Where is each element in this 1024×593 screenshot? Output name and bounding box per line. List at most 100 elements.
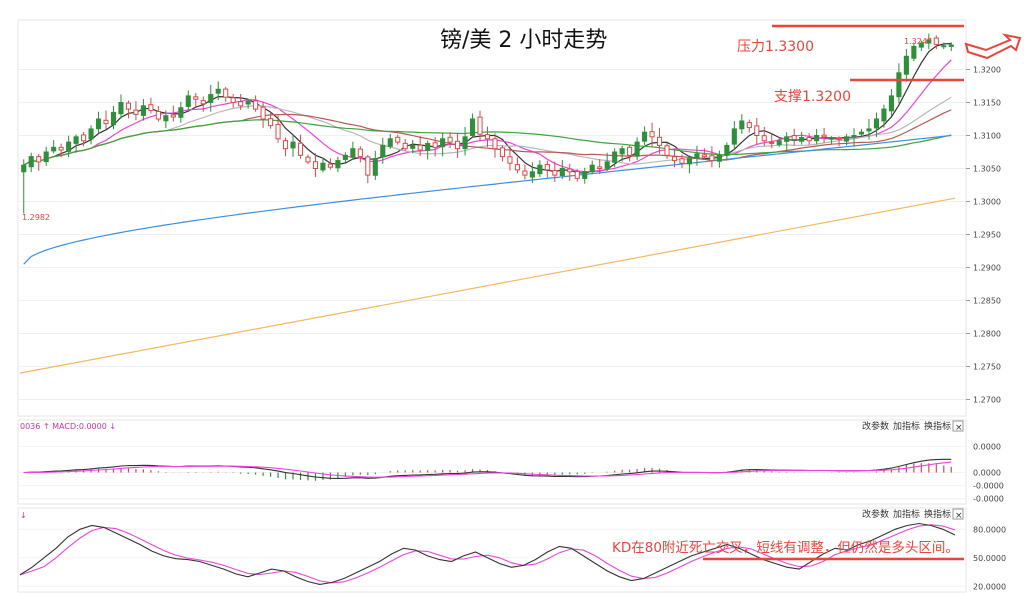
candle-body [380, 144, 386, 158]
candle-body [604, 161, 610, 169]
candle-body [155, 111, 161, 120]
candle-body [387, 138, 393, 147]
kd-comment: KD在80附近死亡交叉，短线有调整，但仍然是多头区间。 [612, 539, 959, 556]
candle-body [492, 138, 498, 150]
candle-body [574, 171, 580, 179]
candle-body [694, 153, 700, 159]
candle-body [686, 158, 693, 165]
candle-body [297, 142, 304, 156]
candle-body [769, 141, 775, 144]
candle-body [140, 105, 146, 116]
ma10-line [23, 59, 952, 173]
macd-switch-indicator-button[interactable]: 换指标 [924, 420, 951, 432]
candle-body [731, 128, 737, 145]
candle-body [245, 100, 251, 105]
candle-body [582, 171, 588, 179]
candle-body [799, 136, 805, 142]
candle-body [679, 158, 685, 164]
candle-body [597, 166, 603, 169]
candle-body [95, 118, 102, 130]
candle-body [888, 95, 894, 112]
main-y-tick-label: 1.2800 [973, 330, 1001, 339]
candle-body [634, 141, 640, 157]
candle-body [843, 136, 850, 142]
candle-body [462, 136, 468, 150]
candle-body [268, 118, 274, 127]
main-y-tick-label: 1.2700 [973, 396, 1001, 405]
kd-switch-indicator-button[interactable]: 换指标 [924, 508, 951, 520]
candle-body [948, 44, 954, 47]
candle-body [933, 37, 939, 45]
main-y-tick-label: 1.3150 [973, 99, 1001, 108]
candle-body [200, 100, 206, 105]
candle-body [163, 115, 169, 122]
candle-body [193, 96, 199, 100]
candle-body [873, 118, 880, 129]
candle-body [567, 168, 573, 173]
candle-body [507, 156, 513, 164]
candle-body [836, 137, 842, 140]
candle-body [327, 163, 333, 168]
candle-body [499, 147, 506, 158]
candle-body [701, 154, 707, 158]
macd-change-params-button[interactable]: 改参数 [862, 420, 889, 432]
candle-body [350, 148, 356, 158]
candle-body [365, 156, 371, 176]
candle-body [425, 142, 431, 151]
candle-body [447, 136, 453, 143]
support-label: 支撑1.3200 [774, 89, 851, 105]
candle-body [455, 140, 461, 150]
candle-body [305, 156, 311, 163]
candle-body [51, 146, 57, 152]
candle-body [230, 97, 236, 104]
candle-body [312, 161, 319, 170]
macd-panel-buttons: 改参数 加指标 换指标 × [862, 420, 964, 433]
candle-body [911, 45, 917, 59]
candle-body [664, 145, 670, 156]
kd-change-params-button[interactable]: 改参数 [862, 508, 889, 520]
low-price-label: 1.2982 [22, 213, 50, 222]
candle-body [81, 134, 87, 142]
candle-body [178, 107, 184, 118]
main-y-tick-label: 1.3000 [973, 198, 1001, 207]
candle-body [282, 140, 289, 150]
macd-add-indicator-button[interactable]: 加指标 [893, 420, 920, 432]
candle-body [357, 148, 363, 158]
candle-body [58, 146, 64, 151]
candle-body [851, 135, 857, 138]
main-y-tick-label: 1.2950 [973, 231, 1001, 240]
macd-y-tick-label: -0.0000 [973, 495, 1004, 504]
main-y-tick-label: 1.2900 [973, 264, 1001, 273]
macd-y-tick-label: 0.0000 [973, 469, 1001, 478]
candle-body [612, 151, 618, 163]
macd-panel-frame [17, 419, 967, 505]
candle-body [417, 144, 423, 151]
candle-body [529, 171, 535, 178]
candle-body [133, 109, 139, 115]
kd-add-indicator-button[interactable]: 加指标 [893, 508, 920, 520]
candle-body [238, 101, 244, 107]
candle-body [440, 138, 446, 148]
candle-body [185, 95, 191, 107]
candle-body [671, 156, 678, 162]
candle-body [170, 114, 176, 118]
candle-body [559, 168, 565, 177]
candle-body [656, 136, 663, 146]
candle-body [335, 160, 341, 169]
kd-y-tick-label: 50.0000 [973, 554, 1006, 563]
candle-body [716, 154, 722, 162]
candle-body [746, 122, 752, 129]
kd-y-tick-label: 80.0000 [973, 525, 1006, 534]
candle-body [739, 120, 745, 130]
candle-body [552, 170, 558, 176]
candle-body [402, 142, 408, 150]
candle-body [806, 137, 812, 142]
kd-panel-buttons: 改参数 加指标 换指标 × [862, 508, 964, 521]
candle-body [791, 135, 797, 140]
candle-body [372, 158, 378, 176]
candle-body [477, 116, 483, 135]
candle-body [619, 148, 625, 155]
main-y-tick-label: 1.2850 [973, 297, 1001, 306]
macd-dea-line [23, 461, 952, 478]
candle-body [514, 164, 520, 171]
